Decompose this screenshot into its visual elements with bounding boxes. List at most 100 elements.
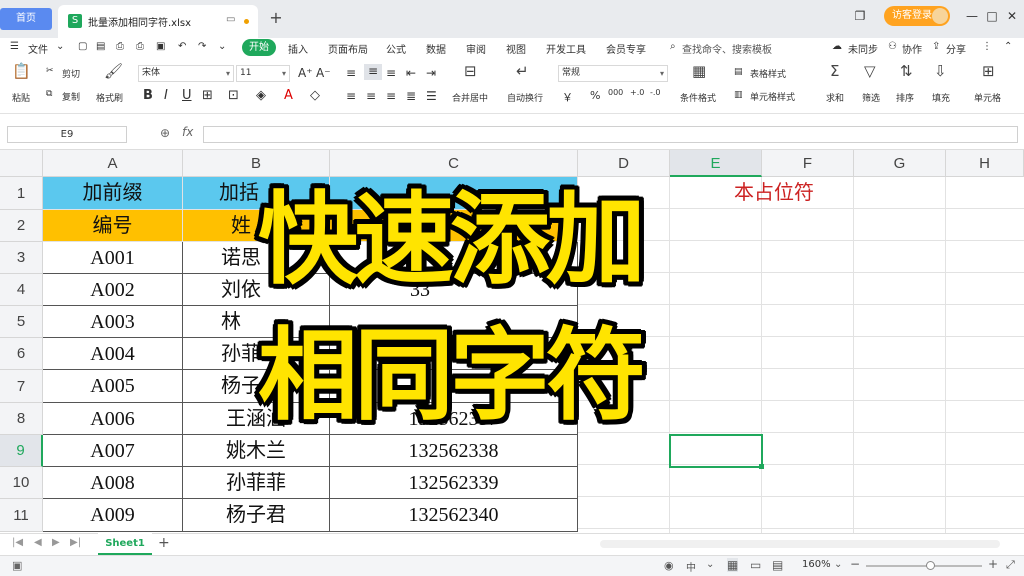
- cell-a8[interactable]: A006: [43, 403, 183, 435]
- row-header-6[interactable]: 6: [0, 338, 43, 370]
- cell-c9[interactable]: 132562338: [330, 435, 578, 467]
- align-right-icon[interactable]: ≡: [386, 89, 396, 103]
- indent-increase-icon[interactable]: ⇥: [426, 66, 436, 80]
- row-header-7[interactable]: 7: [0, 370, 43, 403]
- formula-input[interactable]: [203, 126, 1018, 143]
- macro-icon[interactable]: ▣: [12, 559, 22, 572]
- cell-a5[interactable]: A003: [43, 306, 183, 338]
- zoom-slider-thumb[interactable]: [926, 561, 935, 570]
- chevron-down-icon[interactable]: ⌄: [56, 41, 64, 52]
- row-header-8[interactable]: 8: [0, 403, 43, 435]
- row-header-1[interactable]: 1: [0, 177, 43, 210]
- cut-icon[interactable]: ✂: [46, 66, 54, 76]
- home-tab[interactable]: 首页: [0, 8, 52, 30]
- format-painter-button[interactable]: 格式刷: [96, 91, 123, 104]
- collapse-ribbon-icon[interactable]: ⌃: [1004, 41, 1012, 52]
- last-sheet-icon[interactable]: ▶|: [70, 537, 81, 548]
- menu-member[interactable]: 会员专享: [606, 41, 646, 56]
- chevron-down-icon[interactable]: ⌄: [218, 41, 226, 52]
- wrap-icon[interactable]: ↵: [516, 62, 529, 80]
- underline-button[interactable]: U: [182, 88, 192, 103]
- cell-a11[interactable]: A009: [43, 499, 183, 532]
- fill-icon[interactable]: ⇩: [934, 62, 947, 80]
- eye-icon[interactable]: ◉: [664, 559, 674, 572]
- cell-icon[interactable]: ⊡: [228, 88, 239, 103]
- name-box[interactable]: E9: [7, 126, 127, 143]
- screen-icon[interactable]: ▭: [226, 14, 235, 25]
- decrease-decimal-icon[interactable]: -.0: [650, 88, 661, 97]
- undo-icon[interactable]: ↶: [178, 41, 186, 52]
- thousands-icon[interactable]: 000: [608, 88, 623, 97]
- font-size-select[interactable]: 11 ▾: [236, 65, 290, 82]
- cell-a3[interactable]: A001: [43, 242, 183, 274]
- select-all-corner[interactable]: [0, 150, 43, 177]
- new-tab-button[interactable]: +: [266, 8, 286, 28]
- input-mode[interactable]: 中: [686, 559, 696, 574]
- font-color-icon[interactable]: A: [284, 88, 293, 103]
- merge-icon[interactable]: ⊟: [464, 62, 477, 80]
- increase-decimal-icon[interactable]: +.0: [630, 88, 644, 97]
- row-header-3[interactable]: 3: [0, 242, 43, 274]
- next-sheet-icon[interactable]: ▶: [52, 537, 60, 548]
- distribute-icon[interactable]: ☰: [426, 89, 437, 103]
- italic-button[interactable]: I: [164, 88, 168, 103]
- maximize-button[interactable]: □: [982, 6, 1002, 26]
- fx-icon[interactable]: fx: [182, 125, 193, 139]
- save-icon[interactable]: ⎙: [116, 41, 124, 52]
- filter-icon[interactable]: ▽: [864, 62, 876, 80]
- cell-b10[interactable]: 孙菲菲: [183, 467, 330, 499]
- zoom-in-icon[interactable]: +: [988, 557, 998, 571]
- align-middle-icon[interactable]: ≡: [364, 64, 382, 80]
- indent-decrease-icon[interactable]: ⇤: [406, 66, 416, 80]
- conditional-format-button[interactable]: 条件格式: [680, 91, 716, 104]
- font-grow-icon[interactable]: A⁺: [298, 66, 313, 80]
- collab-button[interactable]: 协作: [902, 41, 922, 56]
- column-header-g[interactable]: G: [854, 150, 946, 177]
- prev-sheet-icon[interactable]: ◀: [34, 537, 42, 548]
- conditional-format-icon[interactable]: ▦: [692, 62, 706, 80]
- share-button[interactable]: 分享: [946, 41, 966, 56]
- column-header-f[interactable]: F: [762, 150, 854, 177]
- justify-icon[interactable]: ≣: [406, 89, 416, 103]
- empty-cells[interactable]: [578, 177, 1024, 533]
- fill-handle[interactable]: [759, 464, 764, 469]
- sum-button[interactable]: 求和: [826, 91, 844, 104]
- cell-c11[interactable]: 132562340: [330, 499, 578, 532]
- horizontal-scrollbar[interactable]: [600, 540, 1000, 548]
- sync-status[interactable]: 未同步: [848, 41, 878, 56]
- redo-icon[interactable]: ↷: [198, 41, 206, 52]
- zoom-slider[interactable]: [866, 565, 982, 567]
- chevron-down-icon[interactable]: ⌄: [834, 559, 842, 570]
- clear-format-icon[interactable]: ◇: [310, 88, 320, 103]
- cell-a7[interactable]: A005: [43, 370, 183, 403]
- border-icon[interactable]: ⊞: [202, 88, 213, 103]
- bold-button[interactable]: B: [143, 88, 153, 103]
- menu-dev-tools[interactable]: 开发工具: [546, 41, 586, 56]
- close-button[interactable]: ✕: [1002, 6, 1022, 26]
- align-center-icon[interactable]: ≡: [366, 89, 376, 103]
- merge-center-button[interactable]: 合并居中: [452, 91, 488, 104]
- copy-icon[interactable]: ⧉: [46, 89, 52, 99]
- add-sheet-button[interactable]: +: [158, 535, 170, 551]
- cell-a10[interactable]: A008: [43, 467, 183, 499]
- normal-view-icon[interactable]: ▦: [727, 558, 739, 572]
- zoom-out-icon[interactable]: −: [850, 557, 860, 571]
- minimize-button[interactable]: —: [962, 6, 982, 26]
- zoom-level[interactable]: 160%: [802, 559, 831, 570]
- cell-c10[interactable]: 132562339: [330, 467, 578, 499]
- cell-a2[interactable]: 编号: [43, 210, 183, 242]
- paste-icon[interactable]: 📋: [12, 62, 31, 80]
- zoom-search-icon[interactable]: ⊕: [160, 126, 170, 140]
- font-family-select[interactable]: 宋体 ▾: [138, 65, 234, 82]
- command-search[interactable]: 查找命令、搜索模板: [682, 41, 772, 56]
- more-icon[interactable]: ⋮: [982, 41, 992, 52]
- table-style-icon[interactable]: ▤: [734, 67, 743, 77]
- cell-style-button[interactable]: 单元格样式: [750, 90, 795, 103]
- copy-button[interactable]: 复制: [62, 90, 80, 103]
- layout-icon[interactable]: ❐: [850, 6, 870, 26]
- column-header-e[interactable]: E: [670, 150, 762, 177]
- print-icon[interactable]: ⎙: [136, 41, 144, 52]
- row-header-11[interactable]: 11: [0, 499, 43, 532]
- currency-button[interactable]: ￥: [562, 89, 573, 105]
- format-painter-icon[interactable]: 🖌: [104, 62, 123, 80]
